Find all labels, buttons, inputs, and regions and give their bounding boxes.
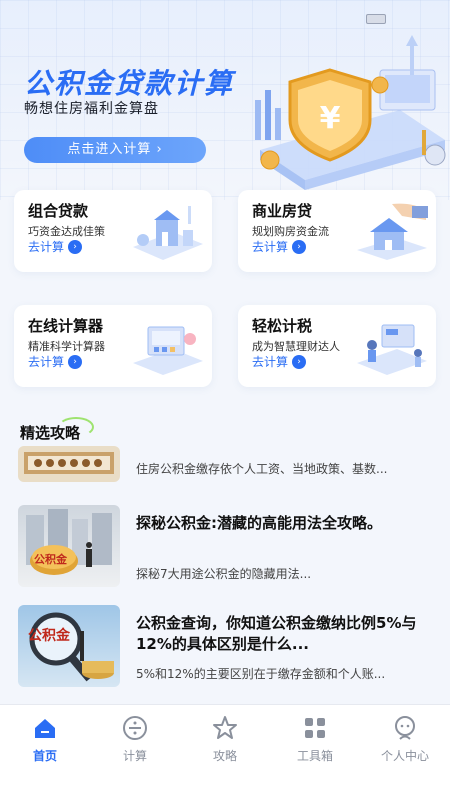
chevron-right-icon: › — [68, 239, 83, 254]
go-calculate-link[interactable]: 去计算 › — [252, 238, 307, 255]
chevron-right-icon: › — [292, 239, 307, 254]
divide-icon — [123, 716, 147, 740]
card-title: 商业房贷 — [252, 202, 313, 220]
user-icon — [395, 716, 415, 740]
article-thumbnail: 公积金 — [18, 605, 120, 687]
article-thumbnail: 公积金 — [18, 505, 120, 587]
buildings-icon — [26, 509, 112, 575]
chevron-right-icon: › — [292, 354, 307, 369]
shield-coin-illustration-icon: ¥ — [255, 35, 446, 190]
tab-profile[interactable]: 个人中心 — [370, 715, 440, 764]
tab-label: 计算 — [122, 749, 147, 763]
card-online-calculator[interactable]: 在线计算器 精准科学计算器 去计算 › — [14, 305, 212, 387]
hero-banner: 公积金贷款计算 畅想住房福利金算盘 点击进入计算 › ¥ — [0, 0, 450, 200]
calculator-screen-icon — [133, 326, 203, 375]
abacus-icon — [24, 452, 114, 474]
card-title: 在线计算器 — [28, 317, 104, 335]
house-building-icon — [133, 206, 203, 260]
svg-text:¥: ¥ — [320, 101, 341, 136]
go-calculate-link[interactable]: 去计算 › — [28, 353, 83, 370]
card-desc: 规划购房资金流 — [252, 225, 329, 238]
article-item[interactable]: 公积金 公积金查询，你知道公积金缴纳比例5%与12%的具体区别是什么... 5%… — [18, 605, 438, 689]
thumbnail-label: 公积金 — [34, 553, 67, 566]
go-calculate-label: 去计算 — [252, 240, 289, 254]
card-commercial-loan[interactable]: 商业房贷 规划购房资金流 去计算 › — [238, 190, 436, 272]
star-icon — [213, 716, 237, 739]
tab-label: 个人中心 — [380, 749, 429, 763]
chevron-right-icon: › — [68, 354, 83, 369]
go-calculate-label: 去计算 — [28, 240, 65, 254]
card-combined-loan[interactable]: 组合贷款 巧资金达成佳策 去计算 › — [14, 190, 212, 272]
card-desc: 成为智慧理财达人 — [252, 340, 340, 353]
go-calculate-label: 去计算 — [28, 355, 65, 369]
article-desc: 5%和12%的主要区别在于缴存金额和个人账... — [136, 667, 386, 681]
start-calculation-button[interactable]: 点击进入计算 › — [24, 137, 206, 163]
article-title: 公积金查询，你知道公积金缴纳比例5%与12%的具体区别是什么... — [136, 614, 417, 653]
tax-people-icon — [357, 324, 427, 375]
tab-calculate[interactable]: 计算 — [100, 715, 170, 764]
card-desc: 巧资金达成佳策 — [28, 225, 105, 238]
article-desc: 探秘7大用途公积金的隐藏用法... — [136, 567, 312, 581]
tab-label: 工具箱 — [296, 749, 333, 763]
article-item[interactable]: 住房公积金缴存依个人工资、当地政策、基数... — [18, 446, 438, 488]
section-title: 精选攻略 — [20, 424, 81, 442]
article-item[interactable]: 公积金 探秘公积金:潜藏的高能用法全攻略。 探秘7大用途公积金的隐藏用法... — [18, 505, 438, 589]
go-calculate-link[interactable]: 去计算 › — [28, 238, 83, 255]
magnifier-icon — [29, 612, 114, 682]
status-bar-icon — [366, 14, 386, 24]
house-hand-icon — [357, 203, 428, 260]
card-title: 组合贷款 — [28, 202, 89, 220]
tab-label: 攻略 — [212, 749, 237, 763]
card-title: 轻松计税 — [252, 317, 313, 335]
card-desc: 精准科学计算器 — [28, 340, 105, 353]
hero-subtitle: 畅想住房福利金算盘 — [24, 101, 159, 117]
hero-title: 公积金贷款计算 — [24, 67, 235, 100]
tab-home[interactable]: 首页 — [10, 715, 80, 764]
go-calculate-label: 去计算 — [252, 355, 289, 369]
abacus-thumbnail — [18, 446, 120, 482]
card-easy-tax[interactable]: 轻松计税 成为智慧理财达人 去计算 › — [238, 305, 436, 387]
thumbnail-label: 公积金 — [28, 628, 70, 644]
home-icon — [35, 719, 55, 738]
go-calculate-link[interactable]: 去计算 › — [252, 353, 307, 370]
tab-toolbox[interactable]: 工具箱 — [280, 715, 350, 764]
tab-label: 首页 — [32, 749, 57, 763]
bottom-tab-bar: 首页 计算 攻略 工具箱 个人中心 — [0, 704, 450, 800]
article-desc: 住房公积金缴存依个人工资、当地政策、基数... — [136, 462, 388, 476]
article-title: 探秘公积金:潜藏的高能用法全攻略。 — [136, 514, 383, 532]
grid-icon — [305, 718, 325, 738]
tab-guides[interactable]: 攻略 — [190, 715, 260, 764]
